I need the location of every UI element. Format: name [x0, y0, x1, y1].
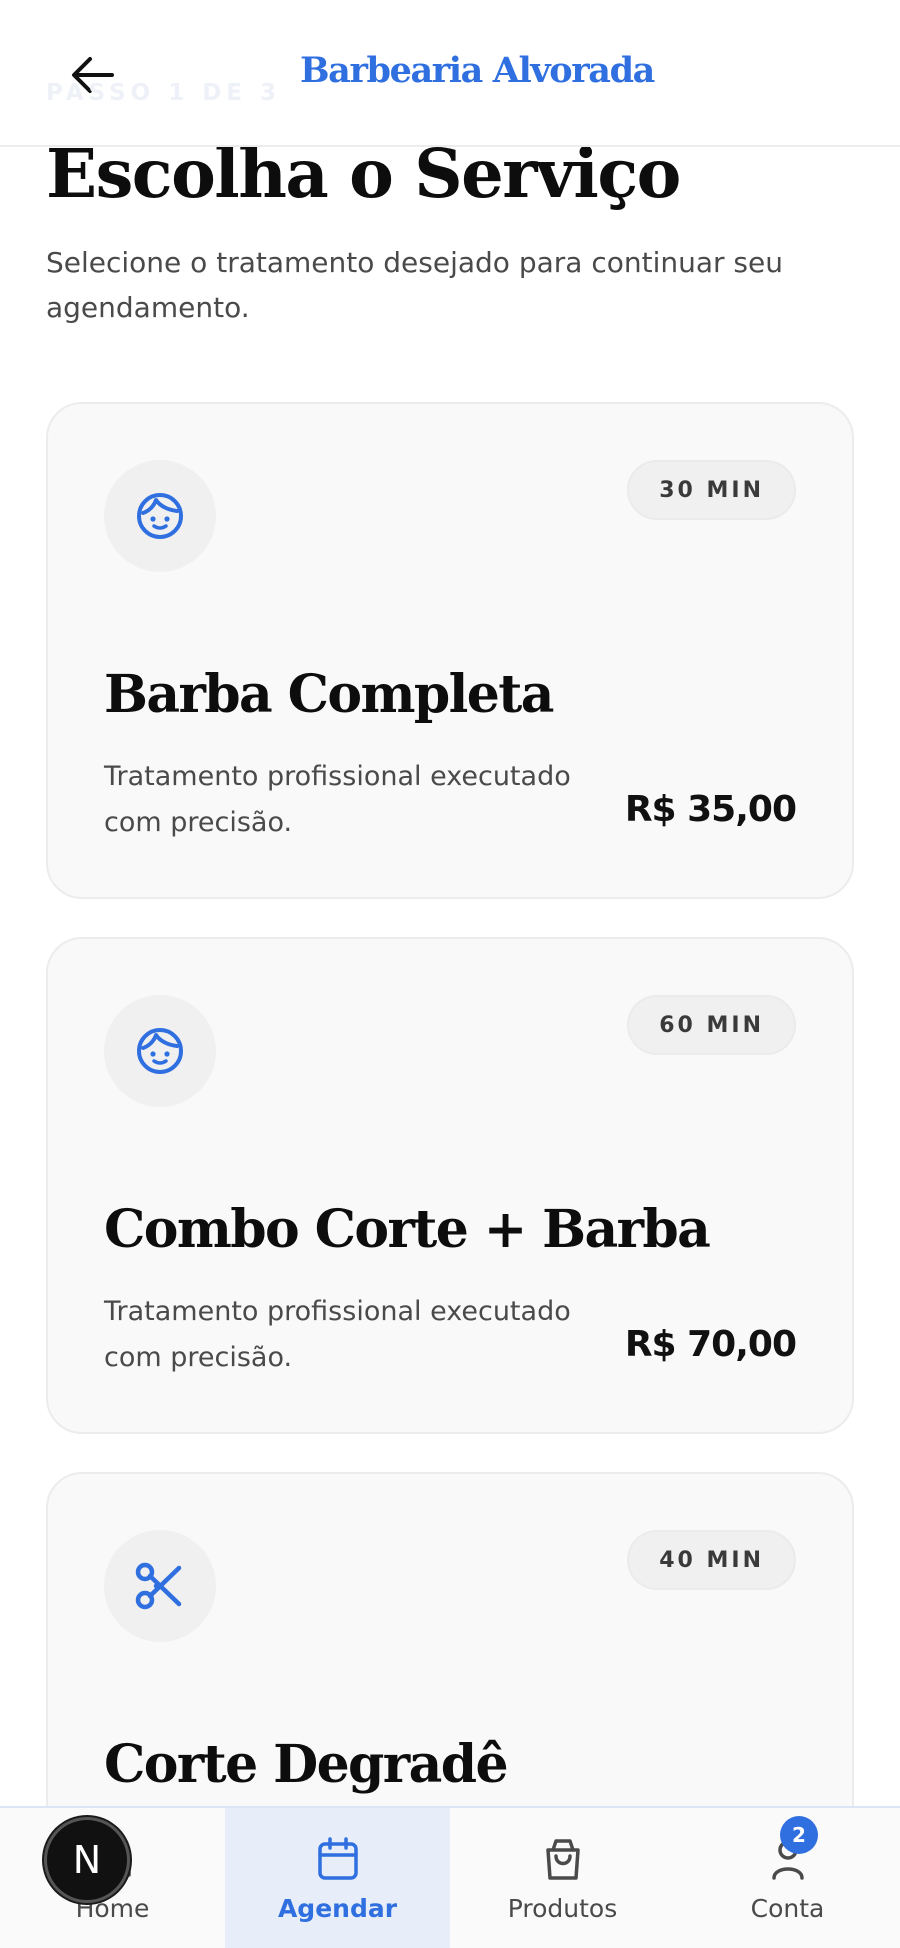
nav-label-produtos: Produtos — [507, 1894, 618, 1923]
service-name: Barba Completa — [104, 664, 554, 725]
service-card[interactable]: 30 MIN Barba Completa Tratamento profiss… — [46, 402, 854, 899]
service-name: Corte Degradê — [104, 1734, 509, 1795]
notification-badge: 2 — [780, 1816, 818, 1854]
brand-title: Barbearia Alvorada — [300, 50, 655, 91]
service-price: R$ 35,00 — [624, 789, 797, 830]
step-indicator: PASSO 1 DE 3 — [46, 80, 282, 106]
nav-label-conta: Conta — [750, 1894, 825, 1923]
service-icon-circle — [104, 995, 216, 1107]
nav-label-agendar: Agendar — [277, 1894, 398, 1923]
service-price: R$ 70,00 — [624, 1324, 797, 1365]
nav-item-produtos[interactable]: Produtos — [450, 1808, 675, 1948]
nav-item-agendar[interactable]: Agendar — [225, 1808, 450, 1948]
service-name: Combo Corte + Barba — [104, 1199, 711, 1260]
duration-badge: 60 MIN — [627, 995, 796, 1055]
duration-badge: 40 MIN — [627, 1530, 796, 1590]
floating-n-button[interactable]: N — [44, 1817, 130, 1903]
app-header: PASSO 1 DE 3 Barbearia Alvorada — [0, 0, 900, 147]
service-description: Tratamento profissional executado com pr… — [104, 1296, 571, 1373]
page-subtitle: Selecione o tratamento desejado para con… — [46, 246, 783, 324]
calendar-icon — [316, 1834, 360, 1884]
scissors-icon — [135, 1562, 182, 1610]
shopping-bag-icon — [541, 1834, 585, 1884]
face-icon — [137, 493, 183, 539]
service-icon-circle — [104, 1530, 216, 1642]
app-screen: PASSO 1 DE 3 Barbearia Alvorada Escolha … — [0, 0, 900, 1948]
service-card[interactable]: 60 MIN Combo Corte + Barba Tratamento pr… — [46, 937, 854, 1434]
duration-badge: 30 MIN — [627, 460, 796, 520]
service-description: Tratamento profissional executado com pr… — [104, 761, 571, 838]
service-icon-circle — [104, 460, 216, 572]
face-icon — [137, 1028, 183, 1074]
bottom-nav: Home Agendar Produtos Conta — [0, 1806, 900, 1948]
